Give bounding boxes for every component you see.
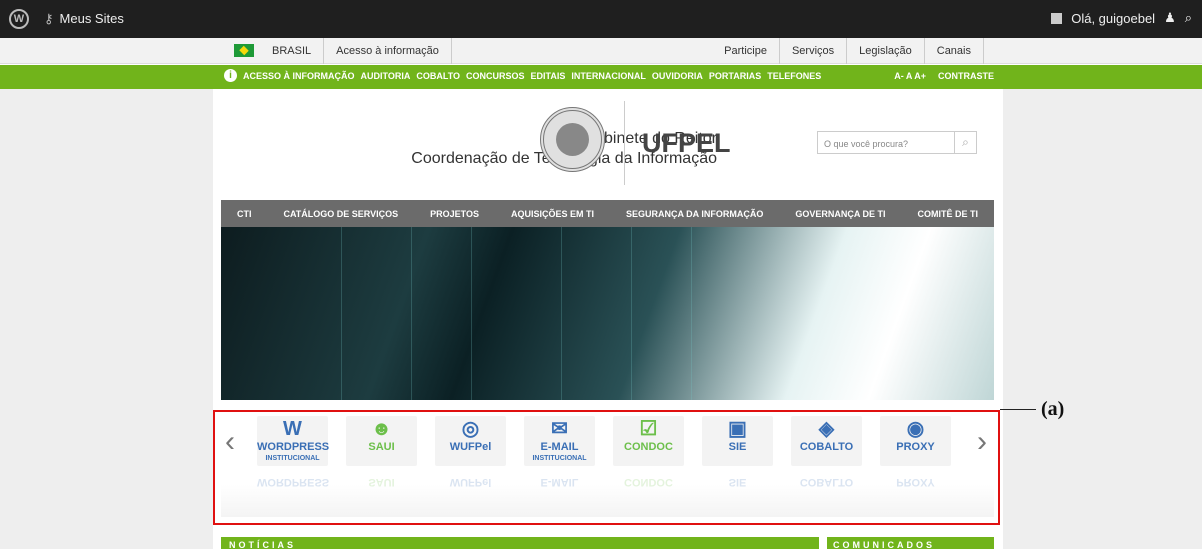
- hero-banner-image: [221, 227, 994, 400]
- toplink[interactable]: AUDITORIA: [361, 71, 411, 82]
- govbar-country[interactable]: BRASIL: [260, 38, 325, 64]
- news-heading: NOTÍCIAS: [221, 537, 819, 550]
- search-input[interactable]: O que você procura? ⌕: [817, 131, 977, 154]
- govbar-link[interactable]: Serviços: [780, 38, 848, 64]
- main-navigation: CTI CATÁLOGO DE SERVIÇOS PROJETOS AQUISI…: [221, 200, 994, 227]
- nav-item-governance[interactable]: GOVERNANÇA DE TI: [795, 209, 885, 219]
- brand-name[interactable]: UFPEL: [642, 128, 731, 159]
- contrast-toggle[interactable]: CONTRASTE: [938, 71, 994, 82]
- nav-item-cti[interactable]: CTI: [237, 209, 252, 219]
- key-icon: ⚷: [44, 11, 54, 26]
- brazil-flag-icon: [234, 44, 254, 57]
- user-icon[interactable]: ♟: [1164, 10, 1176, 26]
- nav-item-projects[interactable]: PROJETOS: [430, 209, 479, 219]
- govbar-link[interactable]: Participe: [712, 38, 780, 64]
- government-bar: BRASIL Acesso à informação Participe Ser…: [0, 38, 1202, 64]
- search-icon[interactable]: ⌕: [954, 132, 976, 153]
- annotation-label: (a): [1041, 398, 1065, 420]
- announcements-heading: COMUNICADOS: [827, 537, 994, 550]
- toplink[interactable]: ACESSO À INFORMAÇÃO: [243, 71, 355, 82]
- font-size-controls[interactable]: A- A A+: [894, 71, 926, 82]
- user-greeting[interactable]: Olá, guigoebel: [1071, 11, 1155, 26]
- govbar-link[interactable]: Legislação: [847, 38, 925, 64]
- toplink[interactable]: EDITAIS: [531, 71, 566, 82]
- toplink[interactable]: CONCURSOS: [466, 71, 525, 82]
- toplink[interactable]: INTERNACIONAL: [571, 71, 646, 82]
- nav-item-catalog[interactable]: CATÁLOGO DE SERVIÇOS: [283, 209, 398, 219]
- govbar-link[interactable]: Canais: [925, 38, 984, 64]
- wp-admin-bar: W ⚷ Meus Sites Olá, guigoebel ♟ ⌕: [0, 0, 1202, 38]
- my-sites-link[interactable]: ⚷ Meus Sites: [44, 11, 124, 27]
- wordpress-icon[interactable]: W: [9, 9, 29, 29]
- govbar-access-info[interactable]: Acesso à informação: [324, 38, 452, 64]
- nav-item-committee[interactable]: COMITÊ DE TI: [917, 209, 978, 219]
- toplink[interactable]: TELEFONES: [767, 71, 821, 82]
- header-divider: [624, 101, 625, 185]
- toplink[interactable]: COBALTO: [416, 71, 460, 82]
- toplink[interactable]: PORTARIAS: [709, 71, 761, 82]
- nav-item-acquisitions[interactable]: AQUISIÇÕES EM TI: [511, 209, 594, 219]
- toplink[interactable]: OUVIDORIA: [652, 71, 703, 82]
- annotation-box: [213, 410, 1000, 525]
- annotation-leader-line: [1000, 409, 1036, 410]
- info-icon: i: [224, 69, 237, 82]
- ufpel-seal-logo[interactable]: [540, 107, 605, 172]
- top-links-bar: i ACESSO À INFORMAÇÃO AUDITORIA COBALTO …: [0, 65, 1202, 89]
- search-icon[interactable]: ⌕: [1185, 10, 1192, 26]
- notification-icon[interactable]: [1051, 12, 1063, 24]
- nav-item-security[interactable]: SEGURANÇA DA INFORMAÇÃO: [626, 209, 763, 219]
